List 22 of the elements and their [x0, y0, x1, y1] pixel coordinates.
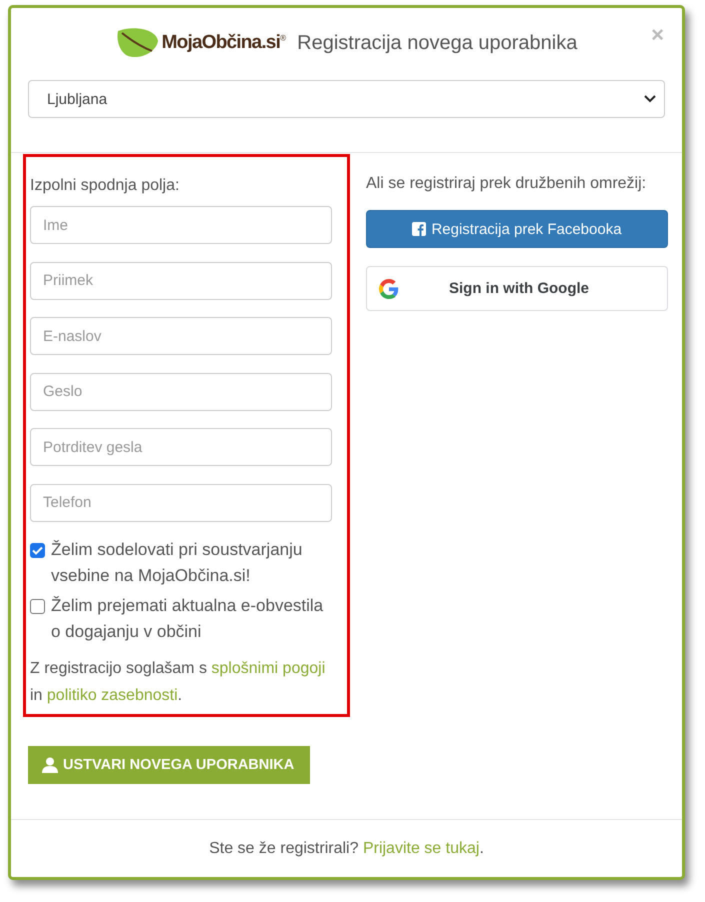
municipality-select[interactable]: Ljubljana [28, 80, 665, 118]
text-field[interactable]: Ime [30, 206, 332, 244]
login-prompt: Ste se že registrirali? Prijavite se tukaj. [209, 840, 484, 858]
text-field[interactable]: E-naslov [30, 317, 332, 355]
terms-link[interactable]: splošnimi pogoji [211, 660, 326, 677]
terms-text: Z registracijo soglašam s splošnimi pogoji in politiko zasebnosti. [30, 659, 326, 706]
text-field[interactable]: Potrditev gesla [30, 428, 332, 466]
social-heading: Ali se registriraj prek družbenih omrežij: [366, 174, 648, 194]
checkbox-label: Želim sodelovati pri soustvarjanju vsebine na MojaObčina.si! [51, 539, 304, 587]
facebook-button[interactable]: Registracija prek Facebooka [366, 210, 668, 248]
checkbox-label: Želim prejemati aktualna e-obvestila o dogajanju v občini [51, 595, 324, 643]
google-button[interactable]: Sign in with Google [366, 266, 668, 311]
text-field[interactable]: Priimek [30, 262, 332, 300]
text-field[interactable]: Geslo [30, 372, 332, 410]
text-field[interactable]: Telefon [30, 484, 332, 522]
create-user-button[interactable]: USTVARI NOVEGA UPORABNIKA [28, 746, 310, 784]
dialog-title: Registracija novega uporabnika [297, 32, 578, 54]
logo-text: MojaObčina.si$^{®}$ [162, 32, 286, 54]
login-link[interactable]: Prijavite se tukaj [362, 840, 480, 856]
form-heading: Izpolni spodnja polja: [30, 176, 180, 196]
close-button[interactable]: × [651, 22, 664, 48]
privacy-link[interactable]: politiko zasebnosti [46, 687, 178, 704]
